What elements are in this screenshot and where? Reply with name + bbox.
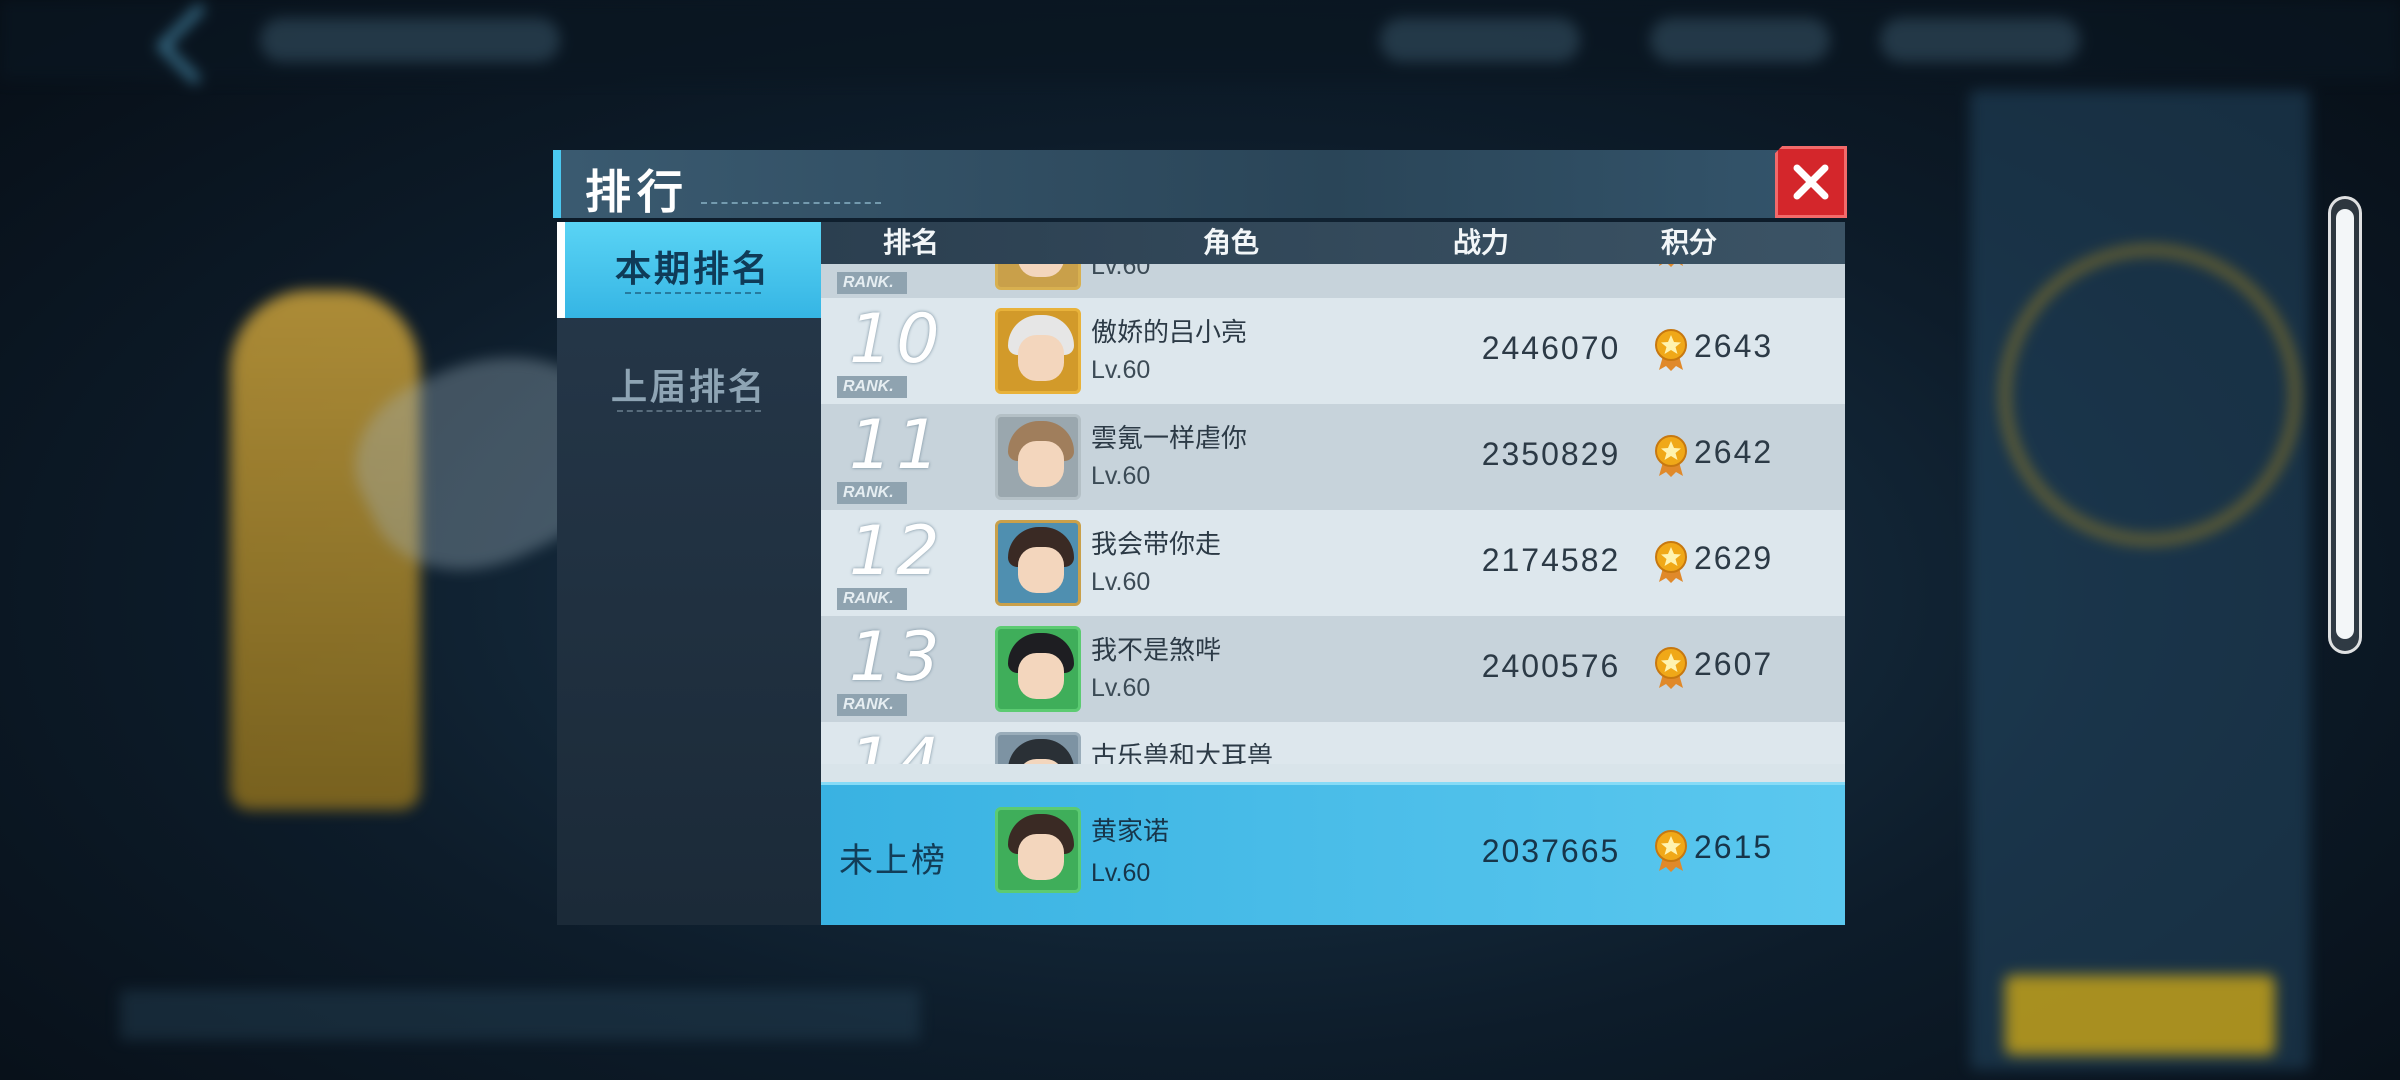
background-currency-pill	[1380, 18, 1580, 62]
avatar	[995, 732, 1081, 764]
avatar	[995, 626, 1081, 712]
background-currency-pill	[1880, 18, 2080, 62]
row-level: Lv.60	[1091, 568, 1151, 596]
tab-decoration	[625, 288, 761, 294]
scrollbar[interactable]	[2328, 196, 2362, 654]
background-ring	[2000, 245, 2300, 545]
rank-tag: RANK.	[837, 376, 907, 398]
close-button[interactable]	[1775, 146, 1847, 218]
row-level: Lv.60	[1091, 264, 1151, 280]
row-score: 2629	[1694, 540, 1774, 576]
tab-sidebar: 本期排名 上届排名	[557, 222, 821, 925]
ranking-list[interactable]: RANK. Lv.60 10 RANK. 傲娇的吕小亮 Lv.60 244607…	[821, 264, 1845, 764]
my-level: Lv.60	[1091, 859, 1151, 887]
star-medal-icon	[1655, 541, 1687, 583]
table-row[interactable]: 13 RANK. 我不是煞哔 Lv.60 2400576 2607	[821, 616, 1845, 722]
my-power: 2037665	[1481, 833, 1621, 869]
tab-current-ranking-label: 本期排名	[614, 248, 771, 289]
star-medal-icon	[1655, 647, 1687, 689]
avatar	[995, 520, 1081, 606]
table-row[interactable]: RANK. Lv.60	[821, 264, 1845, 300]
row-rank: 10	[849, 300, 944, 379]
tab-previous-ranking[interactable]: 上届排名	[557, 340, 821, 436]
background-currency-pill	[1650, 18, 1830, 62]
column-header-power: 战力	[1452, 227, 1509, 258]
row-rank: 14	[849, 724, 944, 764]
title-decoration	[701, 188, 881, 204]
row-level: Lv.60	[1091, 674, 1151, 702]
my-ranking-row: 未上榜 黄家诺 Lv.60 2037665 2615	[821, 782, 1845, 925]
rank-tag: RANK.	[837, 694, 907, 716]
background-right-panel	[1970, 90, 2310, 1070]
tab-decoration	[617, 406, 761, 412]
ranking-dialog: 排行 本期排名 上届排名 排名 角色 战力 积分 RANK. Lv.60 10 …	[553, 146, 1847, 925]
table-row[interactable]: 10 RANK. 傲娇的吕小亮 Lv.60 2446070 2643	[821, 298, 1845, 404]
close-x-icon	[1793, 164, 1829, 200]
rank-tag: RANK.	[837, 482, 907, 504]
tab-current-ranking[interactable]: 本期排名	[557, 222, 821, 318]
row-name: 古乐兽和大耳兽	[1091, 741, 1274, 764]
avatar	[995, 807, 1081, 893]
rank-tag: RANK.	[837, 272, 907, 294]
column-header-rank: 排名	[882, 227, 939, 258]
row-rank: 12	[849, 512, 944, 591]
table-header: 排名 角色 战力 积分	[821, 222, 1845, 264]
row-power: 2174582	[1481, 542, 1621, 578]
row-power: 2350829	[1481, 436, 1621, 472]
my-rank-text: 未上榜	[839, 842, 947, 880]
column-header-score: 积分	[1660, 227, 1717, 258]
scrollbar-thumb[interactable]	[2336, 209, 2354, 639]
row-name: 我不是煞哔	[1091, 635, 1222, 665]
row-power: 2400576	[1481, 648, 1621, 684]
table-row[interactable]: 11 RANK. 雲氪一样虐你 Lv.60 2350829 2642	[821, 404, 1845, 510]
my-name: 黄家诺	[1091, 816, 1170, 846]
row-name: 傲娇的吕小亮	[1091, 317, 1248, 347]
table-row[interactable]: 12 RANK. 我会带你走 Lv.60 2174582 2629	[821, 510, 1845, 616]
row-rank: 13	[849, 618, 944, 697]
row-score: 2642	[1694, 434, 1774, 470]
avatar	[995, 264, 1081, 290]
row-rank: 11	[849, 406, 944, 485]
star-medal-icon	[1655, 329, 1687, 371]
row-name: 雲氪一样虐你	[1091, 423, 1248, 453]
column-header-role: 角色	[1202, 227, 1259, 258]
rank-tag: RANK.	[837, 588, 907, 610]
star-medal-icon	[1659, 264, 1683, 267]
tab-previous-ranking-label: 上届排名	[610, 366, 767, 407]
dialog-title: 排行	[585, 166, 689, 218]
background-title-pill	[260, 18, 560, 62]
my-score: 2615	[1694, 829, 1774, 865]
ranking-panel: 排名 角色 战力 积分 RANK. Lv.60 10 RANK. 傲娇的吕小亮 …	[821, 222, 1845, 925]
row-level: Lv.60	[1091, 462, 1151, 490]
avatar	[995, 308, 1081, 394]
row-level: Lv.60	[1091, 356, 1151, 384]
star-medal-icon	[1655, 830, 1687, 872]
row-score: 2607	[1694, 646, 1774, 682]
row-power: 2446070	[1481, 330, 1621, 366]
avatar	[995, 414, 1081, 500]
background-bottom-tabs	[120, 990, 920, 1040]
table-row[interactable]: 14 古乐兽和大耳兽	[821, 722, 1845, 764]
row-name: 我会带你走	[1091, 529, 1222, 559]
background-character	[230, 290, 420, 810]
star-medal-icon	[1655, 435, 1687, 477]
dialog-titlebar: 排行	[553, 150, 1845, 218]
row-score: 2643	[1694, 328, 1774, 364]
background-button	[2005, 975, 2275, 1055]
